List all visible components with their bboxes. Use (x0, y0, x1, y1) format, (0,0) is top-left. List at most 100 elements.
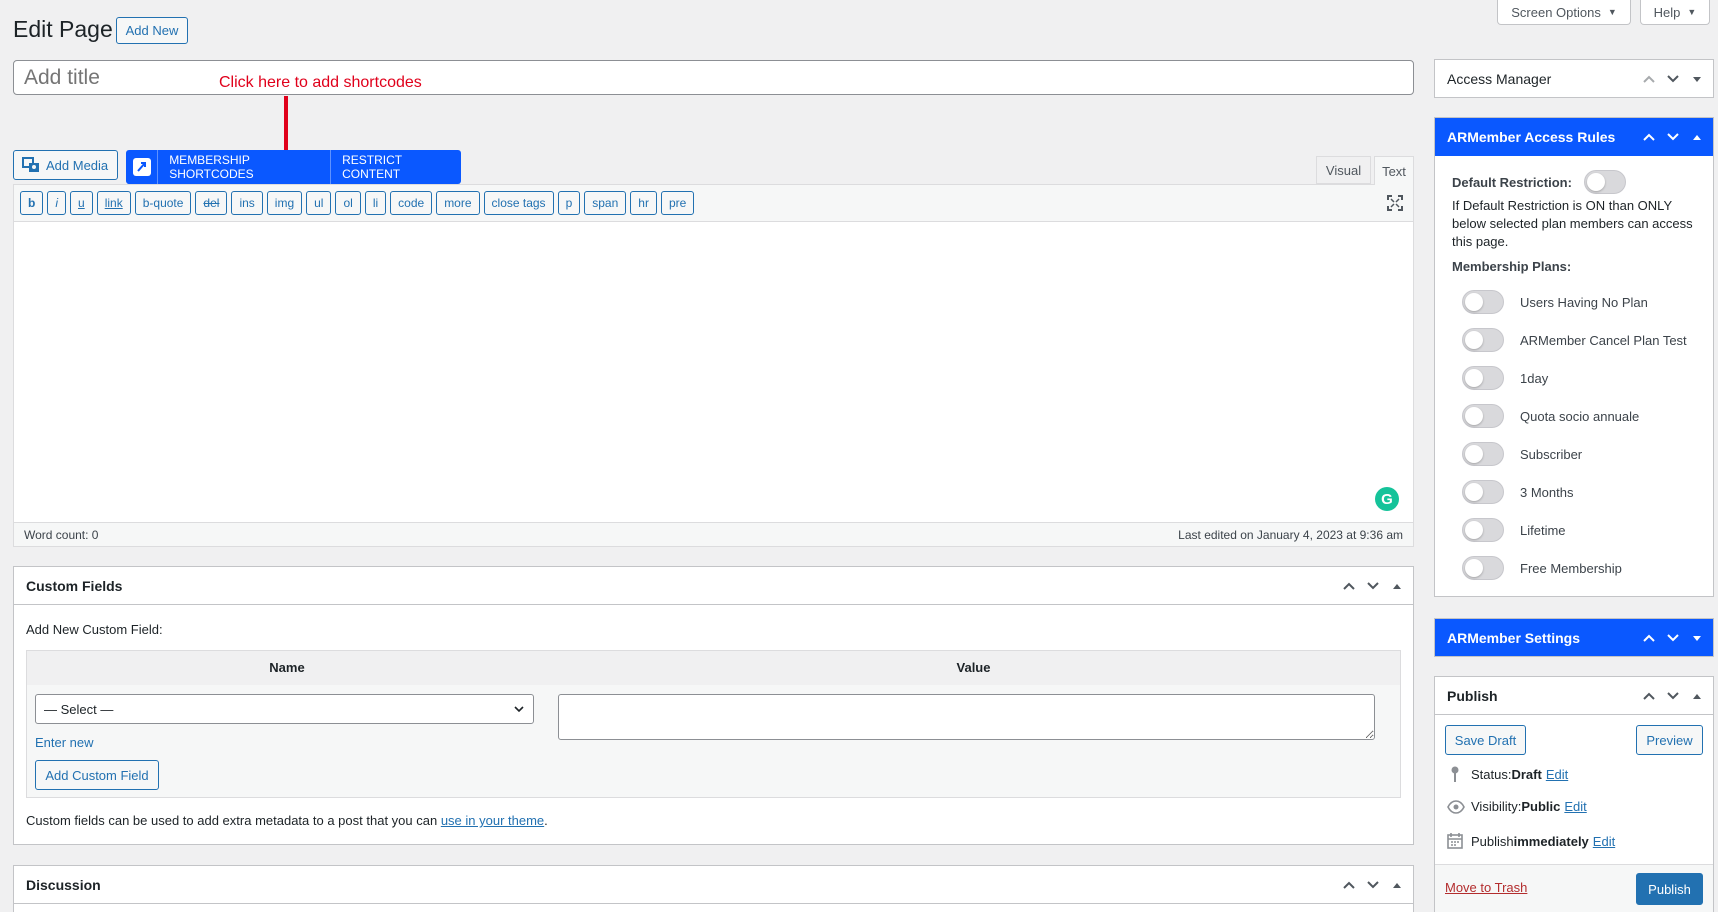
custom-field-select[interactable]: — Select — (35, 694, 534, 724)
custom-fields-note-end: . (544, 813, 548, 828)
custom-fields-header[interactable]: Custom Fields (14, 567, 1413, 605)
use-in-theme-link[interactable]: use in your theme (441, 813, 544, 828)
armember-logo-icon (132, 158, 151, 176)
screen-options-tab[interactable]: Screen Options ▼ (1497, 0, 1631, 25)
expand-triangle-icon[interactable] (1689, 71, 1705, 87)
default-restriction-row: Default Restriction: (1452, 170, 1626, 194)
chevron-up-icon[interactable] (1641, 630, 1657, 646)
preview-button[interactable]: Preview (1636, 725, 1703, 755)
publish-timing-edit-link[interactable]: Edit (1593, 834, 1615, 849)
plan-row: 1day (1462, 359, 1702, 397)
page-title: Edit Page (13, 16, 113, 42)
chevron-down-icon[interactable] (1665, 71, 1681, 87)
plan-row: ARMember Cancel Plan Test (1462, 321, 1702, 359)
tab-visual[interactable]: Visual (1316, 156, 1371, 184)
chevron-down-icon[interactable] (1365, 877, 1381, 893)
save-draft-button[interactable]: Save Draft (1445, 725, 1526, 755)
status-edit-link[interactable]: Edit (1546, 767, 1568, 782)
chevron-up-icon[interactable] (1341, 578, 1357, 594)
visibility-row: Visibility: Public Edit (1447, 799, 1587, 814)
default-restriction-toggle[interactable] (1583, 170, 1626, 194)
custom-fields-title: Custom Fields (26, 577, 123, 594)
quicktag-button[interactable]: li (364, 191, 387, 215)
custom-field-table: Name Value — Select — Enter new Add Cust… (26, 650, 1401, 798)
chevron-up-icon[interactable] (1641, 688, 1657, 704)
visibility-label: Visibility: (1471, 799, 1522, 814)
quicktag-button[interactable]: u (70, 191, 93, 215)
chevron-down-icon[interactable] (1665, 688, 1681, 704)
plan-toggle[interactable] (1462, 556, 1504, 580)
annotation-arrow-line (284, 96, 288, 150)
plan-row: Users Having No Plan (1462, 283, 1702, 321)
quicktag-button[interactable]: ol (335, 191, 361, 215)
armember-settings-title: ARMember Settings (1447, 629, 1581, 646)
grammarly-icon[interactable]: G (1375, 487, 1399, 511)
collapse-triangle-icon[interactable] (1389, 877, 1405, 893)
quicktag-button[interactable]: code (390, 191, 433, 215)
plan-label: Subscriber (1520, 446, 1583, 462)
quicktag-button[interactable]: img (266, 191, 303, 215)
expand-triangle-icon[interactable] (1689, 630, 1705, 646)
quicktag-button[interactable]: i (47, 191, 67, 215)
collapse-triangle-icon[interactable] (1689, 688, 1705, 704)
quicktag-button[interactable]: hr (630, 191, 657, 215)
custom-fields-note: Custom fields can be used to add extra m… (26, 813, 548, 828)
plan-toggle[interactable] (1462, 480, 1504, 504)
collapse-triangle-icon[interactable] (1389, 578, 1405, 594)
access-rules-header[interactable]: ARMember Access Rules (1435, 118, 1713, 156)
content-textarea[interactable] (14, 222, 1413, 523)
custom-field-value-textarea[interactable] (558, 694, 1375, 740)
quicktag-button[interactable]: ins (231, 191, 263, 215)
plan-toggle[interactable] (1462, 366, 1504, 390)
publish-title: Publish (1447, 687, 1498, 704)
visibility-edit-link[interactable]: Edit (1564, 799, 1586, 814)
discussion-header[interactable]: Discussion (14, 866, 1413, 904)
enter-new-link[interactable]: Enter new (35, 735, 94, 750)
help-label: Help (1653, 4, 1681, 20)
move-to-trash-link[interactable]: Move to Trash (1445, 880, 1527, 895)
add-new-button[interactable]: Add New (116, 17, 188, 44)
chevron-up-icon[interactable] (1641, 129, 1657, 145)
quicktag-button[interactable]: pre (660, 191, 695, 215)
publish-header[interactable]: Publish (1435, 677, 1713, 715)
access-manager-header[interactable]: Access Manager (1435, 60, 1713, 97)
collapse-triangle-icon[interactable] (1689, 129, 1705, 145)
custom-fields-box: Custom Fields Add New Custom Field: Name… (13, 566, 1414, 845)
plan-toggle[interactable] (1462, 290, 1504, 314)
chevron-up-icon[interactable] (1341, 877, 1357, 893)
discussion-box: Discussion (13, 865, 1414, 912)
quicktag-button[interactable]: close tags (483, 191, 554, 215)
armember-settings-header[interactable]: ARMember Settings (1435, 619, 1713, 656)
quicktag-button[interactable]: link (96, 191, 131, 215)
armember-logo-button[interactable] (126, 150, 159, 184)
chevron-down-icon[interactable] (1665, 630, 1681, 646)
calendar-icon (1447, 833, 1463, 849)
chevron-down-icon[interactable] (1665, 129, 1681, 145)
plan-toggle[interactable] (1462, 328, 1504, 352)
discussion-title: Discussion (26, 876, 101, 893)
quicktag-button[interactable]: more (436, 191, 480, 215)
fullscreen-icon[interactable] (1387, 195, 1403, 211)
publish-button[interactable]: Publish (1636, 873, 1703, 905)
plan-row: Quota socio annuale (1462, 397, 1702, 435)
add-media-button[interactable]: Add Media (13, 150, 118, 180)
quicktag-button[interactable]: p (557, 191, 581, 215)
membership-shortcodes-button[interactable]: MEMBERSHIP SHORTCODES (158, 150, 332, 184)
quicktag-button[interactable]: del (195, 191, 228, 215)
chevron-down-icon[interactable] (1365, 578, 1381, 594)
plan-label: Quota socio annuale (1520, 408, 1640, 424)
plan-row: Free Membership (1462, 549, 1702, 587)
tab-text[interactable]: Text (1374, 156, 1414, 185)
status-label: Status: (1471, 766, 1512, 782)
help-tab[interactable]: Help ▼ (1640, 0, 1710, 25)
restrict-content-button[interactable]: RESTRICT CONTENT (331, 150, 461, 184)
plan-toggle[interactable] (1462, 442, 1504, 466)
chevron-up-icon[interactable] (1641, 71, 1657, 87)
quicktag-button[interactable]: b (20, 191, 44, 215)
plan-toggle[interactable] (1462, 518, 1504, 542)
quicktag-button[interactable]: span (584, 191, 627, 215)
quicktag-button[interactable]: b-quote (134, 191, 192, 215)
add-custom-field-button[interactable]: Add Custom Field (35, 760, 159, 790)
quicktag-button[interactable]: ul (306, 191, 332, 215)
plan-toggle[interactable] (1462, 404, 1504, 428)
